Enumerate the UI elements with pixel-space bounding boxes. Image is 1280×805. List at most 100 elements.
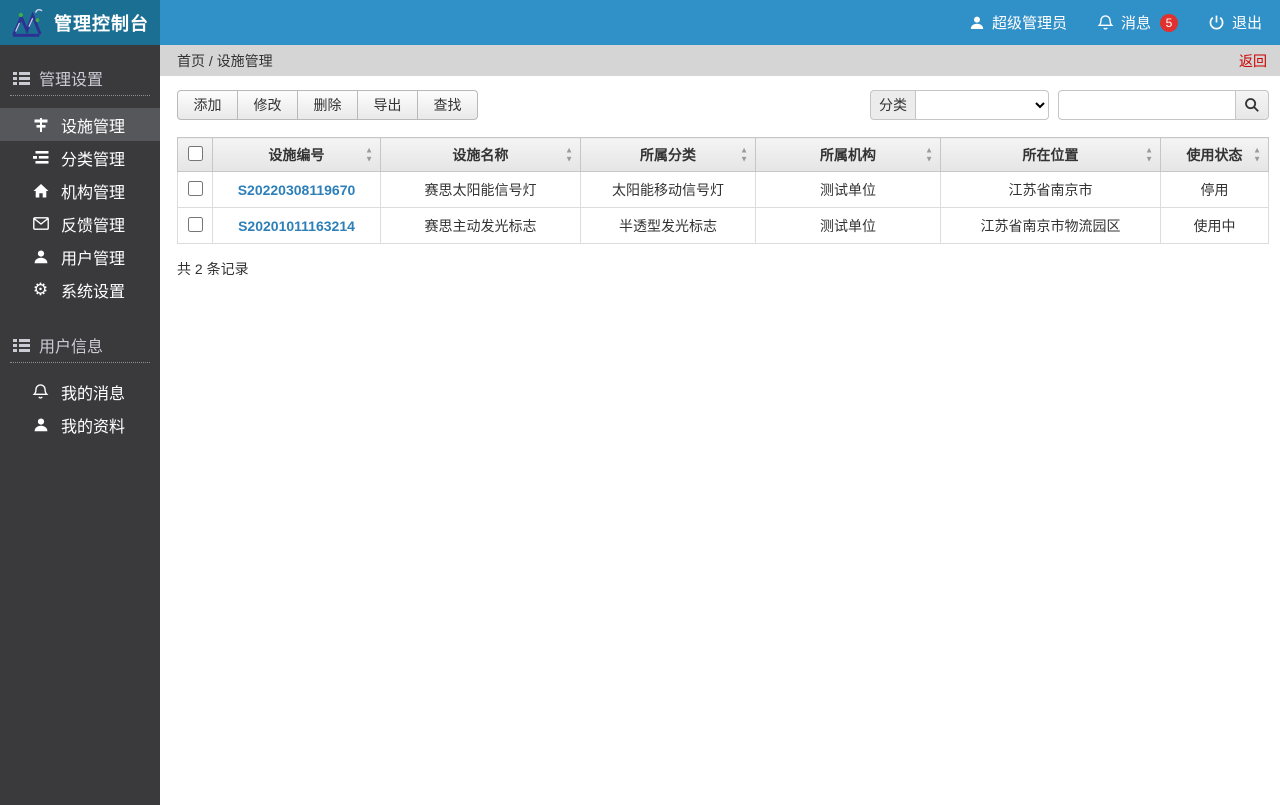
delete-button[interactable]: 删除: [297, 90, 358, 120]
messages-badge: 5: [1159, 13, 1178, 32]
toolbar-right: 分类: [870, 90, 1269, 120]
row-checkbox[interactable]: [187, 180, 203, 196]
sidebar-section-title: 用户信息: [39, 339, 104, 356]
select-all-header: [177, 137, 213, 172]
sidebar-item-facility-mgmt[interactable]: 设施管理: [0, 108, 160, 141]
sidebar-item-org-mgmt[interactable]: 机构管理: [0, 174, 160, 207]
logo-area: 管理控制台: [0, 0, 160, 45]
table-header-row: 设施编号 ▲ ▼ 设施名称 ▲ ▼ 所属分类 ▲ ▼ 所属机构 ▲ ▼ 所在位置 ▲ ▼ 使用状态 ▲…: [177, 137, 1269, 172]
select-all-checkbox[interactable]: [187, 145, 203, 161]
sidebar-item-label: 我的消息: [61, 385, 126, 403]
sort-icon[interactable]: ▲ ▼: [1145, 146, 1153, 163]
sidebar-item-my-messages[interactable]: 我的消息: [0, 375, 160, 408]
organization-cell: 测试单位: [755, 171, 941, 208]
sidebar-item-label: 机构管理: [61, 184, 126, 202]
sidebar-item-category-mgmt[interactable]: 分类管理: [0, 141, 160, 174]
list-grid-icon: [13, 71, 30, 86]
sidebar-item-label: 反馈管理: [61, 217, 126, 235]
sidebar-item-label: 系统设置: [61, 283, 126, 301]
sidebar: 管理设置 设施管理 分类管理 机构管理 反馈管理 用户管理 ⚙ 系统设置 用户信…: [0, 45, 160, 805]
breadcrumb-bar: 首页 / 设施管理 返回: [160, 45, 1280, 76]
sort-icon[interactable]: ▲ ▼: [740, 146, 748, 163]
col-header-facility-id[interactable]: 设施编号 ▲ ▼: [212, 137, 381, 172]
user-icon: [969, 15, 985, 31]
bell-icon: [32, 383, 49, 400]
category-select[interactable]: [915, 90, 1049, 120]
sidebar-item-label: 用户管理: [61, 250, 126, 268]
edit-button[interactable]: 修改: [237, 90, 298, 120]
sort-icon[interactable]: ▲ ▼: [565, 146, 573, 163]
power-icon: [1208, 14, 1225, 31]
search-icon: [1244, 97, 1260, 113]
category-filter-label: 分类: [870, 90, 915, 120]
category-cell: 半透型发光标志: [580, 207, 756, 244]
messages-button[interactable]: 消息 5: [1097, 12, 1178, 33]
sidebar-item-label: 设施管理: [61, 118, 126, 136]
facility-id-link[interactable]: S20201011163214: [212, 207, 381, 244]
col-header-organization[interactable]: 所属机构 ▲ ▼: [755, 137, 941, 172]
search-input[interactable]: [1058, 90, 1236, 120]
category-cell: 太阳能移动信号灯: [580, 171, 756, 208]
table-row: S20220308119670 赛思太阳能信号灯 太阳能移动信号灯 测试单位 江…: [177, 171, 1269, 208]
toolbar: 添加 修改 删除 导出 查找 分类: [177, 90, 1269, 120]
sidebar-item-feedback-mgmt[interactable]: 反馈管理: [0, 207, 160, 240]
facility-name-cell: 赛思主动发光标志: [380, 207, 581, 244]
location-cell: 江苏省南京市: [940, 171, 1161, 208]
sidebar-item-user-mgmt[interactable]: 用户管理: [0, 240, 160, 273]
envelope-icon: [32, 217, 49, 230]
logout-label: 退出: [1231, 15, 1262, 32]
user-icon: [32, 417, 49, 433]
logout-button[interactable]: 退出: [1208, 12, 1262, 33]
messages-label: 消息: [1120, 15, 1151, 32]
current-user-label: 超级管理员: [991, 15, 1067, 32]
bell-icon: [1097, 14, 1114, 31]
action-button-group: 添加 修改 删除 导出 查找: [177, 90, 478, 120]
export-button[interactable]: 导出: [357, 90, 418, 120]
category-filter: 分类: [870, 90, 1049, 120]
col-header-facility-name[interactable]: 设施名称 ▲ ▼: [380, 137, 581, 172]
divider: [10, 95, 150, 96]
search-group: [1058, 90, 1269, 120]
sidebar-item-my-profile[interactable]: 我的资料: [0, 408, 160, 441]
sidebar-section-admin-header: 管理设置: [0, 65, 160, 91]
user-icon: [32, 249, 49, 265]
divider: [10, 362, 150, 363]
home-icon: [32, 183, 49, 199]
col-header-location[interactable]: 所在位置 ▲ ▼: [940, 137, 1161, 172]
category-list-icon: [32, 150, 49, 165]
row-select-cell: [177, 207, 213, 244]
sort-icon[interactable]: ▲ ▼: [925, 146, 933, 163]
add-button[interactable]: 添加: [177, 90, 238, 120]
sidebar-section-userinfo: 用户信息 我的消息 我的资料: [0, 332, 160, 441]
row-checkbox[interactable]: [187, 216, 203, 232]
current-user[interactable]: 超级管理员: [969, 12, 1067, 33]
status-cell: 停用: [1160, 171, 1269, 208]
record-count: 共 2 条记录: [177, 261, 249, 277]
organization-cell: 测试单位: [755, 207, 941, 244]
sidebar-item-label: 我的资料: [61, 418, 126, 436]
search-button[interactable]: [1235, 90, 1269, 120]
gear-icon: ⚙: [32, 279, 49, 299]
location-cell: 江苏省南京市物流园区: [940, 207, 1161, 244]
breadcrumb: 首页 / 设施管理: [177, 52, 273, 69]
sidebar-section-admin: 管理设置 设施管理 分类管理 机构管理 反馈管理 用户管理 ⚙ 系统设置: [0, 65, 160, 306]
col-header-category[interactable]: 所属分类 ▲ ▼: [580, 137, 756, 172]
topbar-right: 超级管理员 消息 5 退出: [969, 0, 1280, 45]
sort-icon[interactable]: ▲ ▼: [1253, 146, 1261, 163]
app-title: 管理控制台: [54, 13, 149, 34]
find-button[interactable]: 查找: [417, 90, 478, 120]
row-select-cell: [177, 171, 213, 208]
status-cell: 使用中: [1160, 207, 1269, 244]
sidebar-section-title: 管理设置: [39, 72, 104, 89]
sidebar-section-userinfo-header: 用户信息: [0, 332, 160, 358]
col-header-status[interactable]: 使用状态 ▲ ▼: [1160, 137, 1269, 172]
facility-name-cell: 赛思太阳能信号灯: [380, 171, 581, 208]
top-bar: 管理控制台 超级管理员 消息 5 退出: [0, 0, 1280, 45]
app-logo: [8, 6, 46, 40]
sort-icon[interactable]: ▲ ▼: [365, 146, 373, 163]
back-link[interactable]: 返回: [1239, 51, 1267, 71]
table-row: S20201011163214 赛思主动发光标志 半透型发光标志 测试单位 江苏…: [177, 207, 1269, 244]
facility-id-link[interactable]: S20220308119670: [212, 171, 381, 208]
sidebar-item-system-settings[interactable]: ⚙ 系统设置: [0, 273, 160, 306]
facility-table: 设施编号 ▲ ▼ 设施名称 ▲ ▼ 所属分类 ▲ ▼ 所属机构 ▲ ▼ 所在位置 ▲ ▼ 使用状态 ▲…: [177, 137, 1269, 244]
